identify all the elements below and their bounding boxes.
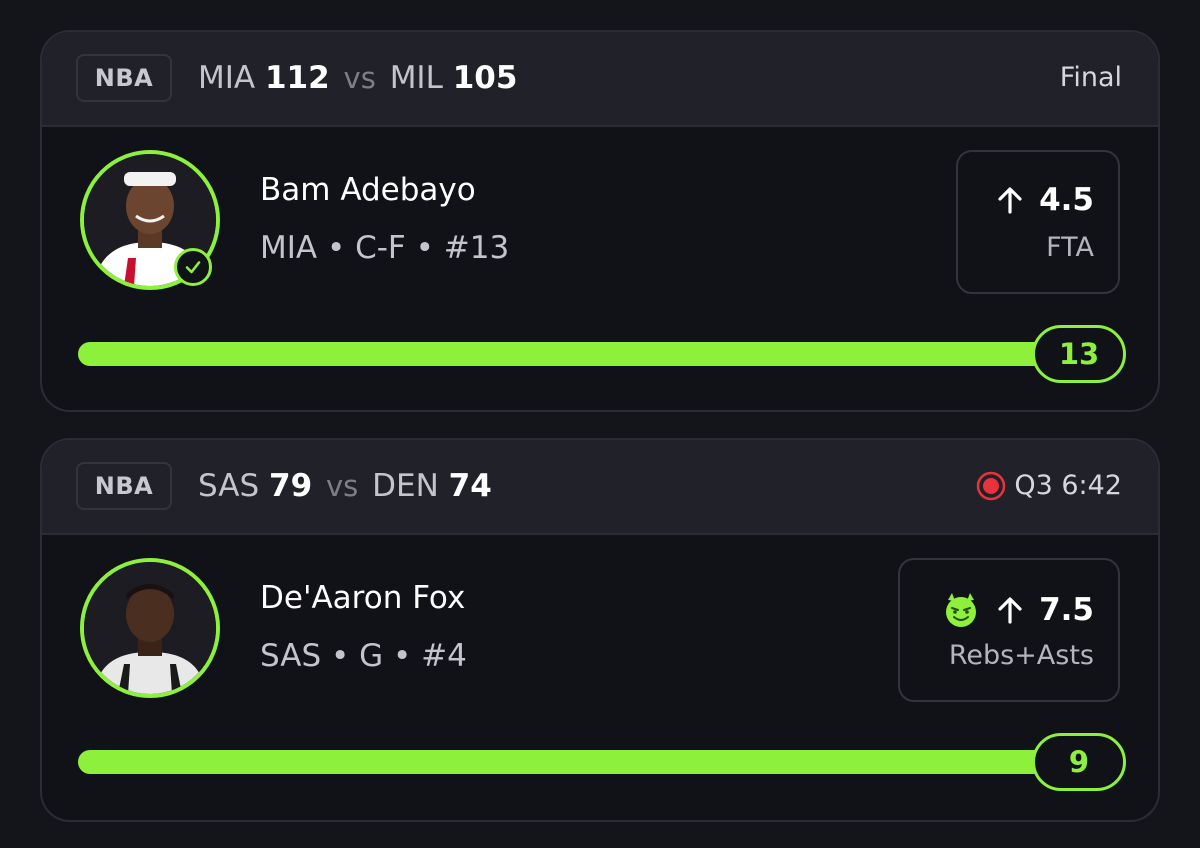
vs-label: vs	[343, 61, 376, 95]
prop-stat: Rebs+Asts	[948, 640, 1094, 671]
player-avatar	[80, 558, 220, 698]
devil-emoji-icon	[946, 593, 977, 627]
home-team: SAS	[198, 468, 260, 504]
home-team: MIA	[198, 60, 256, 96]
game-header: NBA SAS 79 vs DEN 74 Q3 6:42	[42, 440, 1158, 535]
player-meta: SAS • G • #4	[260, 638, 467, 674]
prop-line-value: 7.5	[1039, 592, 1094, 628]
game-status: Q3 6:42	[976, 468, 1122, 504]
arrow-up-icon	[998, 597, 1022, 624]
prop-line-value: 4.5	[1039, 182, 1094, 218]
home-score: 112	[264, 60, 330, 96]
progress-fill	[78, 342, 1068, 366]
game-status: Final	[1060, 60, 1122, 96]
progress-bar	[78, 750, 1068, 774]
player-name[interactable]: De'Aaron Fox	[260, 580, 465, 616]
check-circle-icon	[174, 248, 212, 286]
away-team: DEN	[372, 468, 439, 504]
game-status-text: Q3 6:42	[1014, 470, 1122, 501]
live-indicator-icon	[976, 471, 1006, 501]
pick-card-1[interactable]: NBA MIA 112 vs MIL 105 Final Bam Adebayo…	[40, 30, 1160, 412]
away-score: 74	[448, 468, 492, 504]
away-score: 105	[452, 60, 518, 96]
game-header: NBA MIA 112 vs MIL 105 Final	[42, 32, 1158, 127]
vs-label: vs	[326, 469, 359, 503]
league-badge: NBA	[76, 54, 172, 102]
pick-card-2[interactable]: NBA SAS 79 vs DEN 74 Q3 6:42 De'Aaron Fo…	[40, 438, 1160, 822]
progress-fill	[78, 750, 1068, 774]
away-team: MIL	[389, 60, 443, 96]
prop-line-box[interactable]: 7.5 Rebs+Asts	[898, 558, 1120, 702]
arrow-up-icon	[998, 187, 1022, 214]
player-name[interactable]: Bam Adebayo	[260, 172, 476, 208]
player-headshot	[84, 562, 216, 694]
progress-bar	[78, 342, 1068, 366]
prop-line: 7.5	[941, 590, 1094, 630]
prop-line: 4.5	[995, 182, 1094, 218]
progress-value: 9	[1032, 733, 1126, 791]
prop-stat: FTA	[1046, 232, 1094, 263]
prop-line-box[interactable]: 4.5 FTA	[956, 150, 1120, 294]
game-score: MIA 112 vs MIL 105	[198, 58, 517, 98]
game-status-text: Final	[1059, 62, 1122, 93]
home-score: 79	[269, 468, 313, 504]
player-meta: MIA • C-F • #13	[260, 230, 510, 266]
league-badge: NBA	[76, 462, 172, 510]
game-score: SAS 79 vs DEN 74	[198, 466, 492, 506]
progress-value: 13	[1032, 325, 1126, 383]
